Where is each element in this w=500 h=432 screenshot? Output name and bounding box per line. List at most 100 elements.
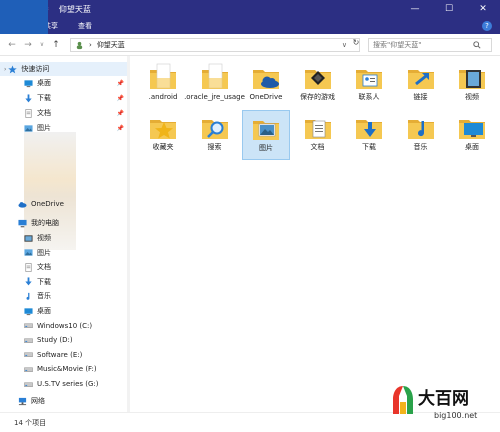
- sidebar-item-network[interactable]: 网络: [0, 394, 130, 408]
- sidebar-item-quick-access[interactable]: › 快速访问: [0, 62, 130, 76]
- maximize-button[interactable]: ☐: [432, 0, 466, 18]
- file-name: OneDrive: [249, 93, 283, 101]
- sidebar-item-label: 网络: [31, 397, 45, 405]
- close-button[interactable]: ✕: [466, 0, 500, 18]
- tab-file[interactable]: 文件: [0, 0, 48, 34]
- file-name: 桌面: [465, 143, 479, 151]
- star-icon: [8, 64, 18, 73]
- cloud-icon: [18, 201, 27, 208]
- links-folder-icon: [407, 70, 434, 89]
- help-icon[interactable]: ?: [482, 21, 492, 31]
- drive-icon: [24, 323, 33, 329]
- sidebar-item-onedrive[interactable]: OneDrive: [0, 197, 130, 211]
- tab-view[interactable]: 查看: [68, 18, 102, 34]
- sidebar-item-label: 视频: [37, 234, 51, 242]
- sidebar-item-this-pc[interactable]: 我的电脑: [0, 216, 130, 230]
- sidebar-item-pc-10[interactable]: U.S.TV series (G:): [0, 377, 130, 391]
- contacts-folder-icon: [356, 70, 382, 89]
- recent-locations-dropdown[interactable]: ∨: [36, 41, 48, 48]
- sidebar-item-label: 下载: [37, 277, 51, 286]
- pin-icon[interactable]: 📌: [117, 95, 124, 102]
- file-name: 图片: [259, 144, 273, 152]
- pin-icon[interactable]: 📌: [117, 125, 124, 132]
- onedrive-folder-icon: [253, 70, 279, 89]
- document-icon: [25, 108, 32, 118]
- address-dropdown[interactable]: ∨: [342, 41, 347, 49]
- expand-arrow-icon[interactable]: ›: [4, 66, 6, 73]
- file-item[interactable]: 文档: [294, 110, 342, 160]
- back-button[interactable]: ←: [6, 40, 18, 50]
- documents-folder-icon: [304, 120, 331, 139]
- sidebar-item-quick-1[interactable]: 下载 📌: [0, 91, 130, 105]
- search-box[interactable]: [368, 38, 492, 52]
- downloads-folder-icon: [356, 120, 382, 139]
- searches-folder-icon: [201, 120, 228, 139]
- file-item[interactable]: 图片: [242, 110, 290, 160]
- pin-icon[interactable]: 📌: [117, 80, 124, 87]
- file-item[interactable]: 桌面: [448, 110, 496, 160]
- sidebar-item-label: Music&Movie (F:): [37, 365, 97, 374]
- file-name: .oracle_jre_usage: [184, 93, 245, 101]
- pin-icon[interactable]: 📌: [117, 110, 124, 117]
- sidebar-item-label: 快速访问: [21, 65, 50, 73]
- file-item[interactable]: 音乐: [397, 110, 445, 160]
- ribbon-tabs: 文件 主页 共享 查看 ?: [0, 0, 500, 34]
- file-item[interactable]: 视频: [448, 60, 496, 110]
- desktop-icon: [24, 79, 33, 87]
- file-name: 下载: [362, 143, 376, 151]
- watermark-logo-icon: [393, 386, 413, 414]
- sidebar-item-pc-3[interactable]: 下载: [0, 275, 130, 289]
- file-item[interactable]: OneDrive: [242, 60, 290, 110]
- sidebar-item-pc-9[interactable]: Music&Movie (F:): [0, 362, 130, 376]
- address-bar-row: ← → ∨ ↑ › 仰望天蓝 ∨ ↻: [0, 34, 500, 56]
- sidebar-item-quick-2[interactable]: 文档 📌: [0, 106, 130, 120]
- sidebar-item-pc-6[interactable]: Windows10 (C:): [0, 319, 130, 333]
- sidebar-item-pc-0[interactable]: 视频: [0, 231, 130, 245]
- watermark-url: big100.net: [434, 411, 478, 420]
- file-item[interactable]: 下载: [345, 110, 393, 160]
- search-input[interactable]: [373, 41, 473, 49]
- sidebar-item-label: 文档: [37, 109, 51, 117]
- sidebar-item-pc-4[interactable]: 音乐: [0, 289, 130, 303]
- file-item[interactable]: 搜索: [191, 110, 239, 160]
- desktop-icon: [24, 307, 33, 315]
- file-item[interactable]: 保存的游戏: [294, 60, 342, 110]
- file-item[interactable]: 链接: [397, 60, 445, 110]
- file-item[interactable]: 收藏夹: [139, 110, 187, 160]
- sidebar-item-quick-0[interactable]: 桌面 📌: [0, 76, 130, 90]
- file-item[interactable]: 联系人: [345, 60, 393, 110]
- file-name: 视频: [465, 93, 479, 101]
- video-icon: [24, 234, 33, 242]
- navigation-pane: › 快速访问 桌面 📌 下载 📌 文档 📌 图片 📌 OneDrive 我的电脑 视频 图片 文档…: [0, 56, 130, 412]
- search-icon: [473, 41, 481, 49]
- up-button[interactable]: ↑: [50, 40, 62, 50]
- sidebar-item-label: 桌面: [37, 79, 51, 87]
- window-title: 仰望天蓝: [58, 4, 91, 14]
- sidebar-item-pc-5[interactable]: 桌面: [0, 304, 130, 318]
- file-name: 收藏夹: [152, 143, 174, 151]
- drive-icon: [24, 367, 33, 372]
- sidebar-item-label: OneDrive: [31, 200, 64, 208]
- sidebar-item-pc-7[interactable]: Study (D:): [0, 333, 130, 347]
- minimize-button[interactable]: —: [398, 0, 432, 18]
- file-item[interactable]: .android: [139, 60, 187, 110]
- file-name: 链接: [413, 93, 428, 101]
- sidebar-scrollbar[interactable]: [127, 56, 130, 412]
- sidebar-item-pc-8[interactable]: Software (E:): [0, 348, 130, 362]
- drive-icon: [24, 381, 33, 387]
- music-icon: [26, 292, 30, 300]
- sidebar-item-pc-2[interactable]: 文档: [0, 260, 130, 274]
- window-controls: — ☐ ✕: [398, 0, 500, 18]
- music-folder-icon: [407, 120, 434, 139]
- document-icon: [25, 262, 32, 272]
- refresh-button[interactable]: ↻: [350, 38, 362, 52]
- sidebar-item-label: 下载: [37, 94, 51, 102]
- forward-button[interactable]: →: [22, 40, 34, 50]
- sidebar-item-pc-1[interactable]: 图片: [0, 246, 130, 260]
- file-item[interactable]: .oracle_jre_usage: [184, 60, 245, 110]
- breadcrumb-current[interactable]: 仰望天蓝: [97, 40, 125, 50]
- favorites-folder-icon: [150, 120, 176, 139]
- user-folder-icon: [76, 41, 83, 49]
- network-icon: [18, 397, 27, 405]
- address-field[interactable]: › 仰望天蓝 ∨: [70, 38, 360, 52]
